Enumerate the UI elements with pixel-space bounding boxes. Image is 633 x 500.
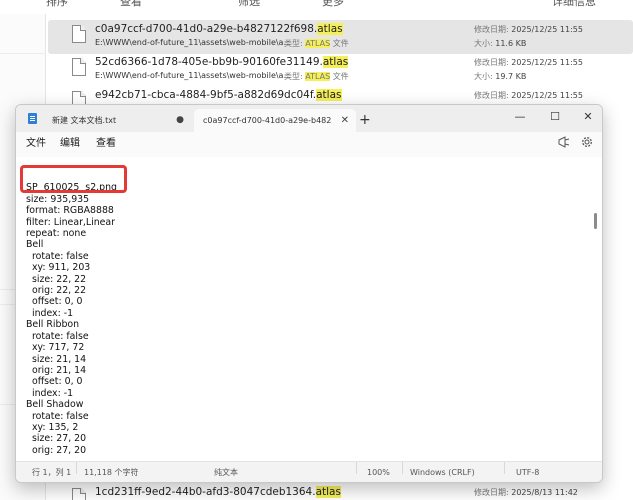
status-divider <box>402 462 403 474</box>
settings-gear-icon[interactable] <box>581 136 593 153</box>
editor-line: orig: 21, 14 <box>26 364 87 376</box>
toolbar-button-4[interactable]: 更多 <box>322 0 344 9</box>
editor-line: format: RGBA8888 <box>26 205 114 217</box>
toolbar-button-1[interactable]: 排序 <box>46 0 68 9</box>
copilot-icon[interactable] <box>558 136 570 153</box>
editor-line: size: 21, 14 <box>26 353 87 365</box>
editor-line: xy: 717, 72 <box>26 342 85 354</box>
file-modified-date: 修改日期: 2025/12/25 11:55 <box>474 91 583 100</box>
file-modified-date: 修改日期: 2025/12/25 11:55 <box>474 25 583 34</box>
file-name: c0a97ccf-d700-41d0-a29e-b4827122f698.atl… <box>95 23 343 35</box>
status-bar: 行 1，列 1 11,118 个字符 纯文本 100% Windows (CRL… <box>16 461 602 482</box>
editor-text[interactable]: SP 610025 s2.png size: 935,935 format: RGB… <box>26 171 586 456</box>
file-row[interactable]: 52cd6366-1d78-405e-bb9b-90160fe31149.atl… <box>48 53 633 87</box>
new-tab-button[interactable]: + <box>359 109 371 132</box>
editor-line: filter: Linear,Linear <box>26 216 116 228</box>
editor-line: offset: 0, 0 <box>26 376 83 388</box>
file-name: 52cd6366-1d78-405e-bb9b-90160fe31149.atl… <box>95 56 349 68</box>
editor-line: index: -1 <box>26 307 74 319</box>
file-name: 1cd231ff-9ed2-44b0-afd3-8047cdeb1364.atl… <box>95 486 341 498</box>
editor-line: rotate: false <box>26 250 89 262</box>
red-highlight-annotation <box>20 165 127 193</box>
editor-line: rotate: false <box>26 410 89 422</box>
menu-bar: 文件 编辑 查看 <box>16 132 602 157</box>
text-editor[interactable]: SP 610025 s2.png size: 935,935 format: RGB… <box>16 157 602 461</box>
file-row[interactable]: 1cd231ff-9ed2-44b0-afd3-8047cdeb1364.atl… <box>48 483 633 500</box>
unsaved-dot-icon: ● <box>176 115 184 125</box>
editor-line: size: 22, 22 <box>26 273 87 285</box>
nav-divider <box>0 53 46 54</box>
document-type: 纯文本 <box>214 468 238 477</box>
editor-line: size: 27, 20 <box>26 433 87 445</box>
editor-line: repeat: none <box>26 228 87 240</box>
tab-label: 新建 文本文档.txt <box>52 116 117 125</box>
editor-line: orig: 27, 20 <box>26 444 87 456</box>
toolbar-button-3[interactable]: 筛选 <box>238 0 260 9</box>
menu-view[interactable]: 查看 <box>96 135 116 153</box>
zoom-level[interactable]: 100% <box>367 462 390 482</box>
editor-line: size: 935,935 <box>26 193 90 205</box>
menu-file[interactable]: 文件 <box>26 135 46 153</box>
file-icon <box>72 488 86 500</box>
file-name: e942cb71-cbca-4884-9bf5-a882d69dc04f.atl… <box>95 89 342 101</box>
line-ending[interactable]: Windows (CRLF) <box>410 462 475 482</box>
title-bar[interactable]: 新建 文本文档.txt ● c0a97ccf-d700-41d0-a29e-b4… <box>16 105 602 132</box>
editor-line: rotate: false <box>26 330 89 342</box>
menu-edit[interactable]: 编辑 <box>60 135 80 153</box>
tab-new-text-document[interactable]: 新建 文本文档.txt ● <box>44 109 192 132</box>
editor-line: Bell <box>26 239 44 251</box>
cursor-position: 行 1，列 1 <box>32 468 72 477</box>
editor-line: offset: 0, 0 <box>26 296 83 308</box>
file-path: E:\WWW\end-of-future_11\assets\web-mobil… <box>95 38 292 47</box>
notepad-app-icon <box>28 113 37 124</box>
editor-line: xy: 911, 203 <box>26 262 91 274</box>
editor-line: index: -1 <box>26 387 74 399</box>
encoding[interactable]: UTF-8 <box>516 462 539 482</box>
file-icon <box>72 25 86 43</box>
editor-line: Bell Shadow <box>26 399 84 411</box>
maximize-button[interactable]: ☐ <box>541 108 569 126</box>
status-divider <box>76 462 77 474</box>
toolbar-button-5[interactable]: 详细信息 <box>552 0 596 9</box>
close-tab-icon[interactable]: ✕ <box>341 109 349 132</box>
status-divider <box>504 462 505 474</box>
status-divider <box>356 462 357 474</box>
file-type: 类型: ATLAS 文件 <box>284 72 349 81</box>
file-modified-date: 修改日期: 2025/8/13 11:42 <box>474 488 578 497</box>
toolbar-button-2[interactable]: 查看 <box>120 0 142 9</box>
notepad-window: 新建 文本文档.txt ● c0a97ccf-d700-41d0-a29e-b4… <box>15 104 603 483</box>
file-row[interactable]: c0a97ccf-d700-41d0-a29e-b4827122f698.atl… <box>48 20 633 54</box>
editor-line: Bell Ribbon <box>26 319 80 331</box>
tab-label: c0a97ccf-d700-41d0-a29e-b482712 <box>203 116 331 125</box>
file-modified-date: 修改日期: 2025/12/25 11:55 <box>474 58 583 67</box>
file-path: E:\WWW\end-of-future_11\assets\web-mobil… <box>95 71 292 80</box>
editor-line: xy: 135, 2 <box>26 421 79 433</box>
editor-line: orig: 22, 22 <box>26 285 87 297</box>
tab-atlas-file[interactable]: c0a97ccf-d700-41d0-a29e-b482712 ✕ <box>194 109 356 132</box>
vertical-scrollbar[interactable] <box>594 213 597 229</box>
file-icon <box>72 58 86 76</box>
minimize-button[interactable]: — <box>506 108 534 126</box>
file-type: 类型: ATLAS 文件 <box>284 39 349 48</box>
explorer-toolbar: 排序 查看 筛选 更多 详细信息 <box>0 0 633 14</box>
file-size: 大小: 11.6 KB <box>474 39 527 48</box>
character-count: 11,118 个字符 <box>84 468 139 477</box>
file-size: 大小: 19.7 KB <box>474 72 527 81</box>
close-window-button[interactable]: ✕ <box>574 108 602 126</box>
